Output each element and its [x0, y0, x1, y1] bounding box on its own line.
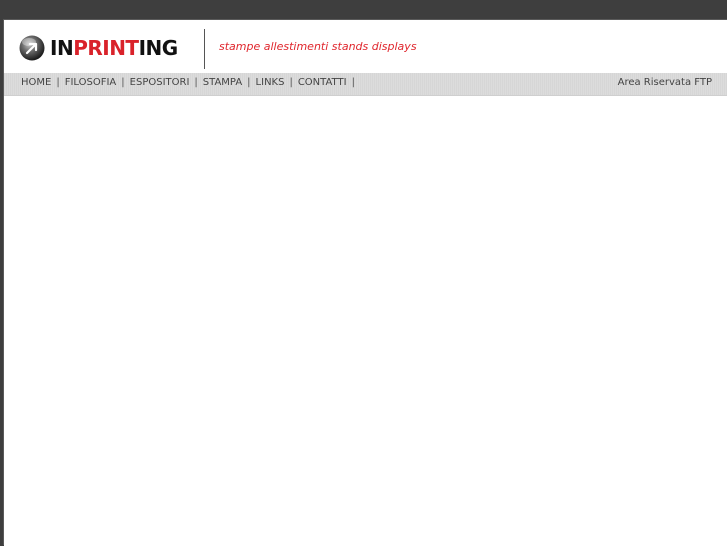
nav-item-links[interactable]: LINKS: [256, 77, 285, 88]
logo[interactable]: IN PRINT ING: [18, 34, 178, 62]
nav-menu: HOME | FILOSOFIA | ESPOSITORI | STAMPA |…: [21, 77, 360, 88]
tagline: stampe allestimenti stands displays: [219, 40, 417, 53]
logo-part-in: IN: [50, 36, 74, 60]
nav-item-stampa[interactable]: STAMPA: [203, 77, 242, 88]
nav-item-home[interactable]: HOME: [21, 77, 51, 88]
nav-bar: HOME | FILOSOFIA | ESPOSITORI | STAMPA |…: [4, 73, 727, 96]
nav-separator: |: [247, 77, 251, 88]
logo-wordmark: IN PRINT ING: [50, 38, 178, 58]
ball-arrow-icon: [19, 35, 45, 61]
logo-part-print: PRINT: [73, 36, 139, 60]
nav-item-espositori[interactable]: ESPOSITORI: [130, 77, 190, 88]
header: IN PRINT ING stampe allestimenti stands …: [4, 20, 727, 73]
nav-separator: |: [351, 77, 355, 88]
header-divider: [204, 29, 205, 69]
nav-item-contatti[interactable]: CONTATTI: [298, 77, 347, 88]
main-content: [4, 96, 727, 546]
logo-part-ing: ING: [138, 36, 179, 60]
nav-separator: |: [289, 77, 293, 88]
nav-separator: |: [121, 77, 125, 88]
ftp-area-link[interactable]: Area Riservata FTP: [618, 77, 712, 88]
nav-item-filosofia[interactable]: FILOSOFIA: [65, 77, 117, 88]
nav-separator: |: [194, 77, 198, 88]
nav-separator: |: [56, 77, 60, 88]
page-container: IN PRINT ING stampe allestimenti stands …: [3, 19, 727, 546]
